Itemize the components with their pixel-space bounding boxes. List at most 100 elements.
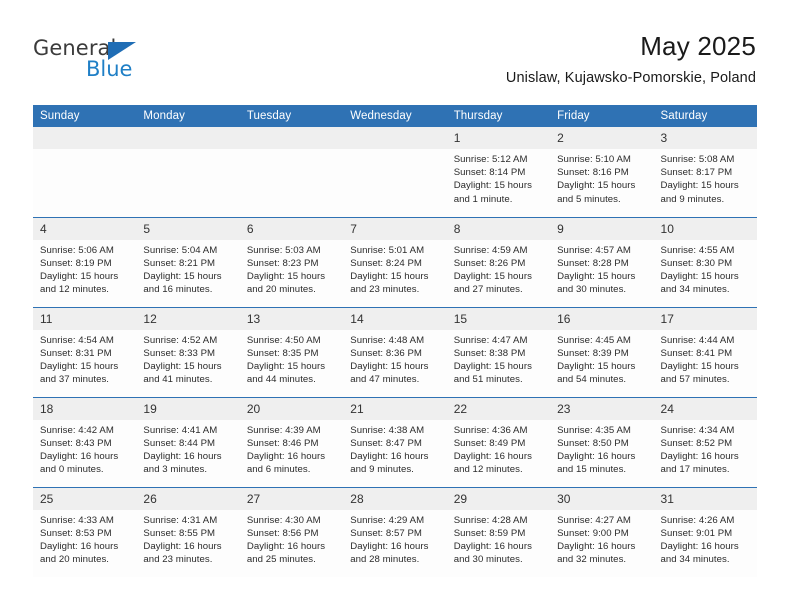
sunset-text: Sunset: 8:17 PM: [660, 167, 733, 179]
calendar-week-row: 25 Sunrise: 4:33 AM Sunset: 8:53 PM Dayligh…: [33, 486, 757, 578]
day-number: 11: [33, 307, 137, 330]
calendar-day-cell[interactable]: 26 Sunrise: 4:31 AM Sunset: 8:55 PM Dayligh…: [136, 486, 240, 578]
calendar-day-cell[interactable]: 17 Sunrise: 4:44 AM Sunset: 8:41 PM Dayligh…: [653, 306, 757, 397]
day-details: Sunrise: 4:31 AM Sunset: 8:55 PM Daylight:…: [136, 510, 239, 567]
sunset-text: Sunset: 8:26 PM: [453, 257, 526, 269]
sunset-text: Sunset: 8:43 PM: [40, 437, 112, 449]
day-number: 14: [343, 307, 447, 330]
calendar-day-cell[interactable]: 20 Sunrise: 4:39 AM Sunset: 8:46 PM Dayligh…: [239, 396, 344, 487]
sunset-text: Sunset: 8:24 PM: [350, 257, 422, 269]
daylight-text-line1: Daylight: 15 hours: [143, 270, 222, 282]
daylight-text-line2: and 23 minutes.: [350, 284, 420, 296]
sunset-text: Sunset: 8:49 PM: [453, 437, 526, 449]
sunrise-text: Sunrise: 4:55 AM: [660, 244, 735, 256]
calendar-day-cell[interactable]: 16 Sunrise: 4:45 AM Sunset: 8:39 PM Dayligh…: [550, 306, 654, 397]
daylight-text-line2: and 28 minutes.: [350, 554, 420, 566]
calendar-day-cell[interactable]: 4 Sunrise: 5:06 AM Sunset: 8:19 PM Daylight…: [33, 216, 137, 307]
day-cell-inner: 9 Sunrise: 4:57 AM Sunset: 8:28 PM Daylight…: [550, 217, 654, 307]
day-number: 26: [136, 487, 240, 510]
calendar-body: 1 Sunrise: 5:12 AM Sunset: 8:14 PM Daylight…: [33, 127, 757, 577]
calendar-day-cell[interactable]: 1 Sunrise: 5:12 AM Sunset: 8:14 PM Daylight…: [446, 127, 551, 217]
day-number: 16: [550, 307, 654, 330]
calendar-day-cell[interactable]: 29 Sunrise: 4:28 AM Sunset: 8:59 PM Dayligh…: [446, 486, 551, 577]
calendar-day-cell[interactable]: 5 Sunrise: 5:04 AM Sunset: 8:21 PM Daylight…: [136, 216, 240, 307]
day-details: Sunrise: 5:01 AM Sunset: 8:24 PM Daylight:…: [343, 240, 446, 297]
calendar-day-cell[interactable]: 30 Sunrise: 4:27 AM Sunset: 9:00 PM Dayligh…: [550, 486, 654, 577]
sunset-text: Sunset: 8:55 PM: [143, 527, 216, 539]
daylight-text-line2: and 20 minutes.: [40, 554, 110, 566]
day-cell-inner: 15 Sunrise: 4:47 AM Sunset: 8:38 PM Dayligh…: [446, 307, 551, 397]
daylight-text-line2: and 12 minutes.: [453, 464, 523, 476]
calendar-day-cell[interactable]: 27 Sunrise: 4:30 AM Sunset: 8:56 PM Dayligh…: [239, 486, 344, 577]
day-cell-inner: 6 Sunrise: 5:03 AM Sunset: 8:23 PM Daylight…: [239, 217, 344, 307]
calendar-day-cell[interactable]: 19 Sunrise: 4:41 AM Sunset: 8:44 PM Dayligh…: [136, 396, 240, 487]
day-details: [240, 149, 343, 153]
day-cell-inner: 7 Sunrise: 5:01 AM Sunset: 8:24 PM Daylight…: [343, 217, 447, 307]
daylight-text-line2: and 6 minutes.: [246, 464, 311, 476]
day-cell-inner: [239, 127, 344, 217]
day-number: 22: [446, 397, 551, 420]
calendar-day-cell[interactable]: 2 Sunrise: 5:10 AM Sunset: 8:16 PM Daylight…: [550, 127, 654, 217]
day-details: Sunrise: 4:54 AM Sunset: 8:31 PM Daylight:…: [33, 330, 136, 387]
calendar-day-cell[interactable]: 28 Sunrise: 4:29 AM Sunset: 8:57 PM Dayligh…: [343, 486, 447, 577]
day-cell-inner: 26 Sunrise: 4:31 AM Sunset: 8:55 PM Dayligh…: [136, 487, 240, 578]
weekday-header-saturday: Saturday: [653, 105, 757, 127]
calendar-day-cell[interactable]: 31 Sunrise: 4:26 AM Sunset: 9:01 PM Dayligh…: [653, 486, 757, 577]
daylight-text-line2: and 32 minutes.: [557, 554, 627, 566]
day-number: 21: [343, 397, 447, 420]
sunset-text: Sunset: 8:39 PM: [557, 347, 629, 359]
day-details: Sunrise: 4:36 AM Sunset: 8:49 PM Daylight:…: [447, 420, 550, 477]
day-number: 9: [550, 217, 654, 240]
sunrise-text: Sunrise: 4:52 AM: [143, 334, 218, 346]
calendar-day-cell[interactable]: 22 Sunrise: 4:36 AM Sunset: 8:49 PM Dayligh…: [446, 396, 551, 487]
sunrise-text: Sunrise: 4:44 AM: [660, 334, 735, 346]
calendar-day-cell[interactable]: 13 Sunrise: 4:50 AM Sunset: 8:35 PM Dayligh…: [239, 306, 344, 397]
day-cell-inner: 18 Sunrise: 4:42 AM Sunset: 8:43 PM Dayligh…: [33, 397, 137, 487]
calendar-day-cell[interactable]: 3 Sunrise: 5:08 AM Sunset: 8:17 PM Daylight…: [653, 127, 757, 217]
calendar-day-cell[interactable]: 24 Sunrise: 4:34 AM Sunset: 8:52 PM Dayligh…: [653, 396, 757, 487]
day-cell-inner: 13 Sunrise: 4:50 AM Sunset: 8:35 PM Dayligh…: [239, 307, 344, 397]
calendar-day-cell[interactable]: 8 Sunrise: 4:59 AM Sunset: 8:26 PM Daylight…: [446, 216, 551, 307]
sunset-text: Sunset: 9:01 PM: [660, 527, 733, 539]
day-number: 28: [343, 487, 447, 510]
calendar-day-cell[interactable]: 9 Sunrise: 4:57 AM Sunset: 8:28 PM Daylight…: [550, 216, 654, 307]
sunset-text: Sunset: 8:21 PM: [143, 257, 216, 269]
day-cell-inner: 3 Sunrise: 5:08 AM Sunset: 8:17 PM Daylight…: [653, 127, 757, 217]
weekday-header-tuesday: Tuesday: [239, 105, 344, 127]
daylight-text-line1: Daylight: 15 hours: [557, 180, 636, 192]
day-number: 1: [446, 127, 551, 149]
daylight-text-line2: and 37 minutes.: [40, 374, 110, 386]
calendar-day-cell[interactable]: 25 Sunrise: 4:33 AM Sunset: 8:53 PM Dayligh…: [33, 486, 137, 577]
daylight-text-line2: and 5 minutes.: [557, 193, 621, 205]
day-details: [136, 149, 239, 153]
brand-logo[interactable]: General Blue: [33, 36, 213, 88]
sunrise-text: Sunrise: 5:04 AM: [143, 244, 218, 256]
weekday-header-wednesday: Wednesday: [343, 105, 447, 127]
calendar-day-cell[interactable]: 21 Sunrise: 4:38 AM Sunset: 8:47 PM Dayligh…: [343, 396, 447, 487]
daylight-text-line1: Daylight: 16 hours: [40, 450, 119, 462]
sunset-text: Sunset: 8:19 PM: [40, 257, 112, 269]
calendar-day-cell[interactable]: 14 Sunrise: 4:48 AM Sunset: 8:36 PM Dayligh…: [343, 306, 447, 397]
day-cell-inner: 20 Sunrise: 4:39 AM Sunset: 8:46 PM Dayligh…: [239, 397, 344, 487]
calendar-day-cell[interactable]: 11 Sunrise: 4:54 AM Sunset: 8:31 PM Dayligh…: [33, 306, 137, 397]
day-cell-inner: 23 Sunrise: 4:35 AM Sunset: 8:50 PM Dayligh…: [550, 397, 654, 487]
calendar-day-cell[interactable]: 7 Sunrise: 5:01 AM Sunset: 8:24 PM Daylight…: [343, 216, 447, 307]
calendar-day-cell[interactable]: 12 Sunrise: 4:52 AM Sunset: 8:33 PM Dayligh…: [136, 306, 240, 397]
calendar-day-cell[interactable]: 18 Sunrise: 4:42 AM Sunset: 8:43 PM Dayligh…: [33, 396, 137, 487]
day-number: 6: [239, 217, 344, 240]
sunset-text: Sunset: 8:56 PM: [246, 527, 319, 539]
sunset-text: Sunset: 8:14 PM: [453, 167, 526, 179]
day-number: 27: [239, 487, 344, 510]
daylight-text-line2: and 20 minutes.: [246, 284, 316, 296]
calendar-day-cell[interactable]: 6 Sunrise: 5:03 AM Sunset: 8:23 PM Daylight…: [239, 216, 344, 307]
day-number: 15: [446, 307, 551, 330]
day-details: Sunrise: 5:12 AM Sunset: 8:14 PM Daylight:…: [447, 149, 550, 206]
calendar-day-cell[interactable]: 10 Sunrise: 4:55 AM Sunset: 8:30 PM Dayligh…: [653, 216, 757, 307]
daylight-text-line1: Daylight: 15 hours: [40, 360, 119, 372]
sunset-text: Sunset: 8:50 PM: [557, 437, 629, 449]
weekday-header-thursday: Thursday: [446, 105, 551, 127]
sunrise-text: Sunrise: 4:41 AM: [143, 424, 218, 436]
calendar-day-cell[interactable]: 23 Sunrise: 4:35 AM Sunset: 8:50 PM Dayligh…: [550, 396, 654, 487]
daylight-text-line2: and 0 minutes.: [40, 464, 104, 476]
calendar-day-cell[interactable]: 15 Sunrise: 4:47 AM Sunset: 8:38 PM Dayligh…: [446, 306, 551, 397]
